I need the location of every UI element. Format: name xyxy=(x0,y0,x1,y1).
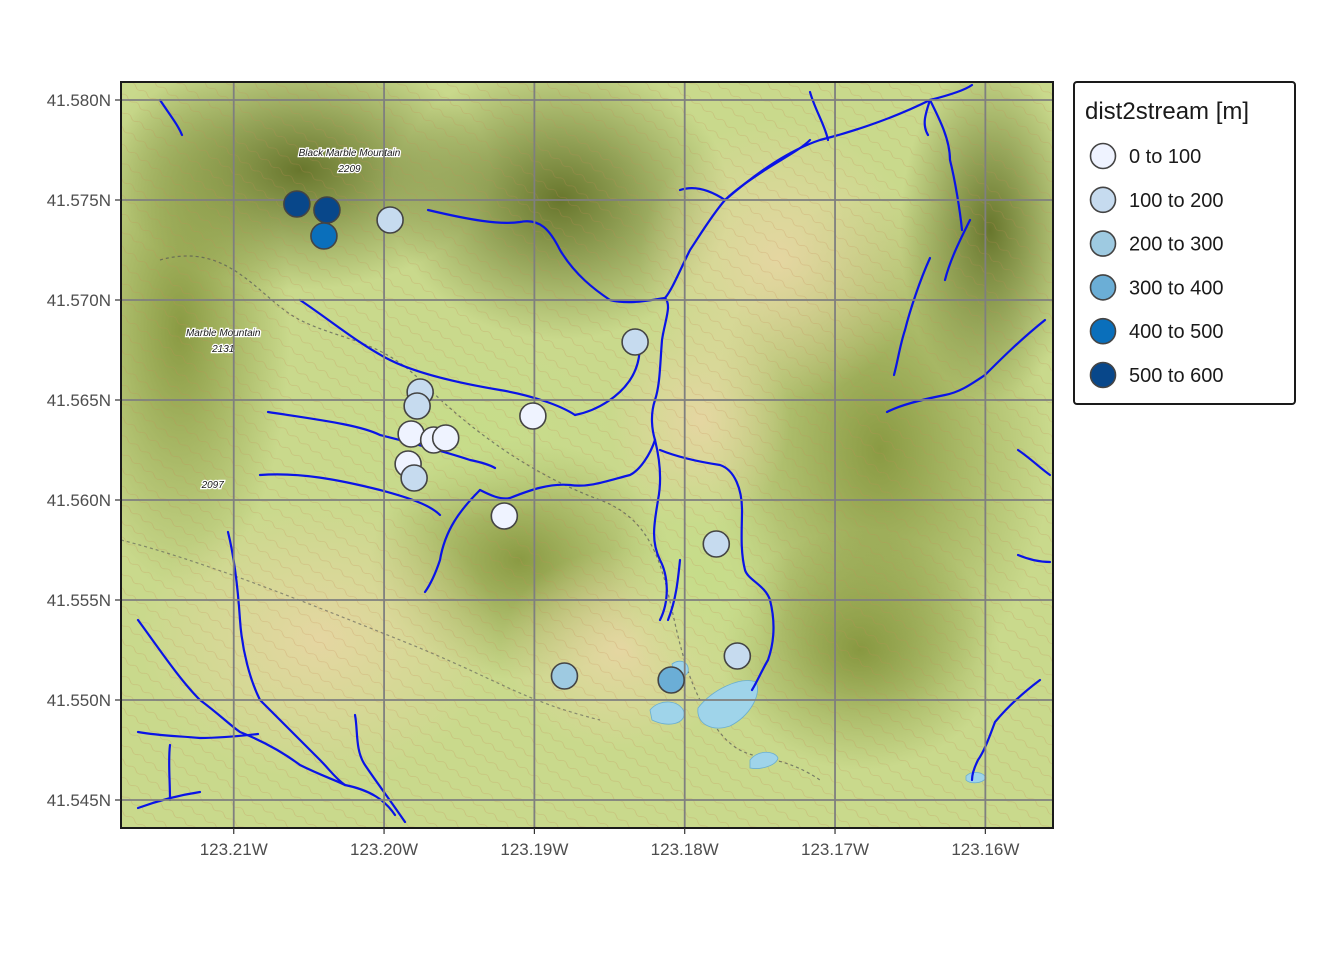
x-tick-label: 123.19W xyxy=(500,840,568,859)
y-tick-label: 41.560N xyxy=(47,491,111,510)
legend-swatch xyxy=(1089,274,1117,301)
legend-item-label: 500 to 600 xyxy=(1129,365,1224,387)
x-tick-label: 123.20W xyxy=(350,840,418,859)
legend-swatch xyxy=(1089,230,1117,257)
x-axis: 123.21W 123.20W 123.19W 123.18W 123.17W 123.1… xyxy=(200,828,1019,859)
sample-point xyxy=(397,420,425,448)
sample-point xyxy=(431,424,460,452)
legend-item-label: 0 to 100 xyxy=(1129,146,1201,168)
sample-point xyxy=(519,402,547,430)
sample-point xyxy=(657,666,685,694)
legend-swatch xyxy=(1089,361,1117,389)
basemap-label: 2131 xyxy=(211,344,234,355)
y-tick-label: 41.555N xyxy=(47,591,111,610)
legend-title: dist2stream [m] xyxy=(1085,98,1249,125)
sample-point xyxy=(403,392,431,420)
y-axis: 41.580N 41.575N 41.570N 41.565N 41.560N 41.55… xyxy=(47,91,121,810)
map-svg: Black Marble Mountain 2209 Marble Mountain… xyxy=(47,81,1296,859)
sample-point xyxy=(723,642,752,670)
sample-point xyxy=(702,530,731,558)
legend-item-label: 200 to 300 xyxy=(1129,234,1224,256)
legend-item-label: 400 to 500 xyxy=(1129,321,1224,343)
basemap-label: Black Marble Mountain xyxy=(299,148,401,159)
legend-swatch xyxy=(1089,142,1117,170)
y-tick-label: 41.575N xyxy=(47,191,111,210)
x-tick-label: 123.18W xyxy=(651,840,719,859)
basemap-label: 2097 xyxy=(201,480,225,491)
legend-swatch xyxy=(1089,186,1117,214)
y-tick-label: 41.550N xyxy=(47,691,111,710)
legend-item-label: 100 to 200 xyxy=(1129,190,1224,212)
sample-point xyxy=(313,196,341,224)
x-tick-label: 123.16W xyxy=(951,840,1019,859)
sample-point xyxy=(310,222,338,250)
basemap-label: Marble Mountain xyxy=(186,328,261,339)
legend-swatch xyxy=(1089,317,1117,345)
sample-point xyxy=(550,662,579,690)
y-tick-label: 41.580N xyxy=(47,91,111,110)
y-tick-label: 41.570N xyxy=(47,291,111,310)
sample-point xyxy=(376,206,404,234)
y-tick-label: 41.545N xyxy=(47,791,111,810)
sample-point xyxy=(490,502,519,530)
y-tick-label: 41.565N xyxy=(47,391,111,410)
basemap: Black Marble Mountain 2209 Marble Mountain… xyxy=(121,82,1053,828)
legend-item-label: 300 to 400 xyxy=(1129,277,1224,299)
sample-point xyxy=(400,464,428,492)
legend: dist2stream [m] 0 to 100 100 to 200 200 to… xyxy=(1073,81,1296,405)
map-figure: Black Marble Mountain 2209 Marble Mountain… xyxy=(0,0,1344,960)
basemap-label: 2209 xyxy=(337,164,361,175)
x-tick-label: 123.21W xyxy=(200,840,268,859)
sample-point xyxy=(283,190,311,218)
sample-point xyxy=(621,328,649,356)
x-tick-label: 123.17W xyxy=(801,840,869,859)
